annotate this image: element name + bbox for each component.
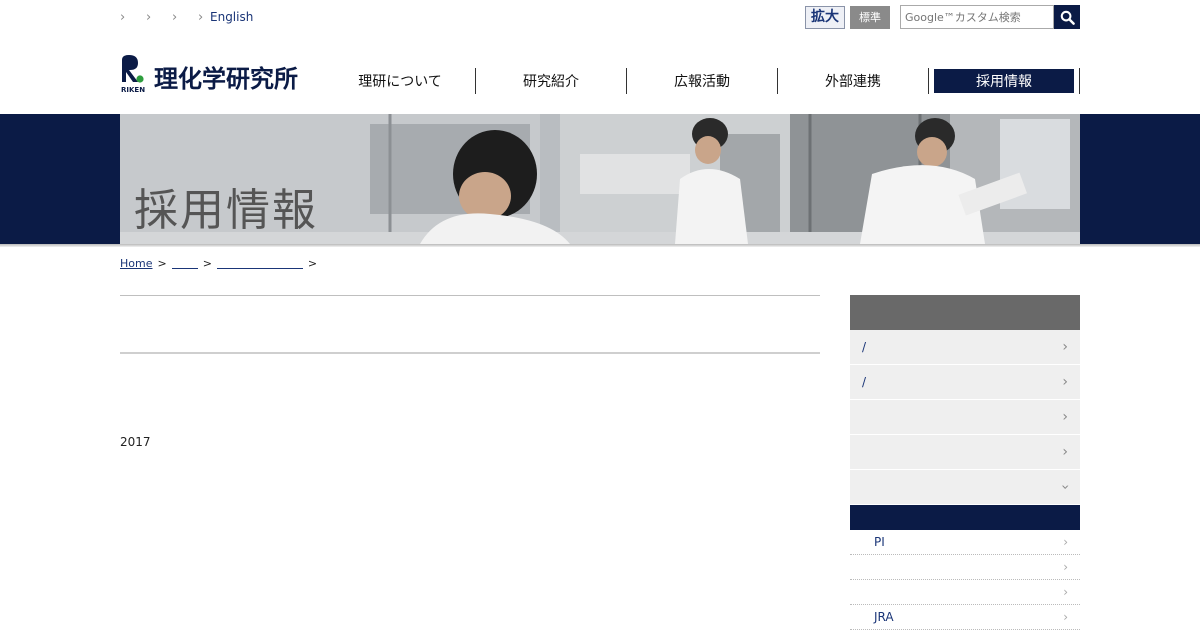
- sidebar-subitem[interactable]: JRA ›: [850, 605, 1080, 630]
- riken-logo[interactable]: RIKEN 理化学研究所: [120, 54, 298, 94]
- breadcrumb-separator: >: [307, 257, 318, 270]
- sidebar-item[interactable]: ›: [850, 400, 1080, 435]
- search-button[interactable]: [1054, 5, 1080, 29]
- title-rule-top: [120, 295, 820, 296]
- nav-item-careers[interactable]: 採用情報: [929, 68, 1080, 94]
- font-size-large-button[interactable]: 拡大: [805, 6, 845, 29]
- sidebar-subitem[interactable]: ›: [850, 555, 1080, 580]
- chevron-right-icon: ›: [146, 9, 152, 25]
- sidebar-item[interactable]: / ›: [850, 365, 1080, 400]
- content-year: 2017: [120, 435, 151, 449]
- nav-item-partnership[interactable]: 外部連携: [778, 68, 929, 94]
- search-input[interactable]: [900, 5, 1054, 29]
- search-icon: [1060, 10, 1075, 25]
- sidebar-subitem[interactable]: ›: [850, 580, 1080, 605]
- nav-item-pr[interactable]: 広報活動: [627, 68, 778, 94]
- sidebar-item-expanded[interactable]: ›: [850, 470, 1080, 505]
- chevron-right-icon: ›: [1063, 610, 1068, 624]
- riken-logo-mark: RIKEN: [120, 54, 146, 94]
- sidebar-item[interactable]: ›: [850, 435, 1080, 470]
- sidebar-item[interactable]: / ›: [850, 330, 1080, 365]
- breadcrumb-link-3[interactable]: [216, 259, 303, 269]
- breadcrumb-separator: >: [202, 257, 212, 270]
- title-rule-bottom: [120, 352, 820, 354]
- sidebar-active-item[interactable]: [850, 505, 1080, 530]
- utility-link-1[interactable]: ›: [120, 10, 132, 25]
- breadcrumb-separator: >: [157, 257, 167, 270]
- sidebar-menu: / › / › › › › PI › › › JRA ›: [850, 295, 1080, 630]
- chevron-right-icon: ›: [1062, 444, 1068, 460]
- font-size-controls: 拡大 標準: [805, 6, 890, 29]
- search-form: [900, 5, 1080, 29]
- breadcrumb-home[interactable]: Home: [120, 257, 152, 270]
- chevron-right-icon: ›: [172, 9, 178, 25]
- utility-link-2[interactable]: ›: [146, 10, 158, 25]
- global-nav: 理研について 研究紹介 広報活動 外部連携 採用情報: [325, 68, 1080, 94]
- utility-link-3[interactable]: ›: [172, 10, 184, 25]
- sidebar-header: [850, 295, 1080, 330]
- sidebar-subitem[interactable]: PI ›: [850, 530, 1080, 555]
- chevron-right-icon: ›: [120, 9, 126, 25]
- nav-item-about[interactable]: 理研について: [325, 68, 476, 94]
- chevron-right-icon: ›: [198, 9, 204, 25]
- chevron-down-icon: ›: [1057, 484, 1074, 490]
- hero-title: 採用情報: [134, 185, 318, 236]
- breadcrumb: Home > > >: [120, 257, 322, 270]
- chevron-right-icon: ›: [1063, 585, 1068, 599]
- breadcrumb-link-2[interactable]: [171, 259, 198, 269]
- chevron-right-icon: ›: [1062, 409, 1068, 425]
- chevron-right-icon: ›: [1063, 560, 1068, 574]
- nav-item-research[interactable]: 研究紹介: [476, 68, 627, 94]
- chevron-right-icon: ›: [1062, 339, 1068, 355]
- hero-image: 採用情報: [120, 114, 1080, 244]
- chevron-right-icon: ›: [1062, 374, 1068, 390]
- logo-name: 理化学研究所: [154, 65, 298, 93]
- utility-links: › › › › English: [120, 8, 267, 26]
- english-link[interactable]: › English: [198, 10, 253, 25]
- chevron-right-icon: ›: [1063, 535, 1068, 549]
- font-size-standard-button[interactable]: 標準: [850, 6, 890, 29]
- svg-text:RIKEN: RIKEN: [121, 86, 145, 94]
- hero-shadow: [0, 244, 1200, 247]
